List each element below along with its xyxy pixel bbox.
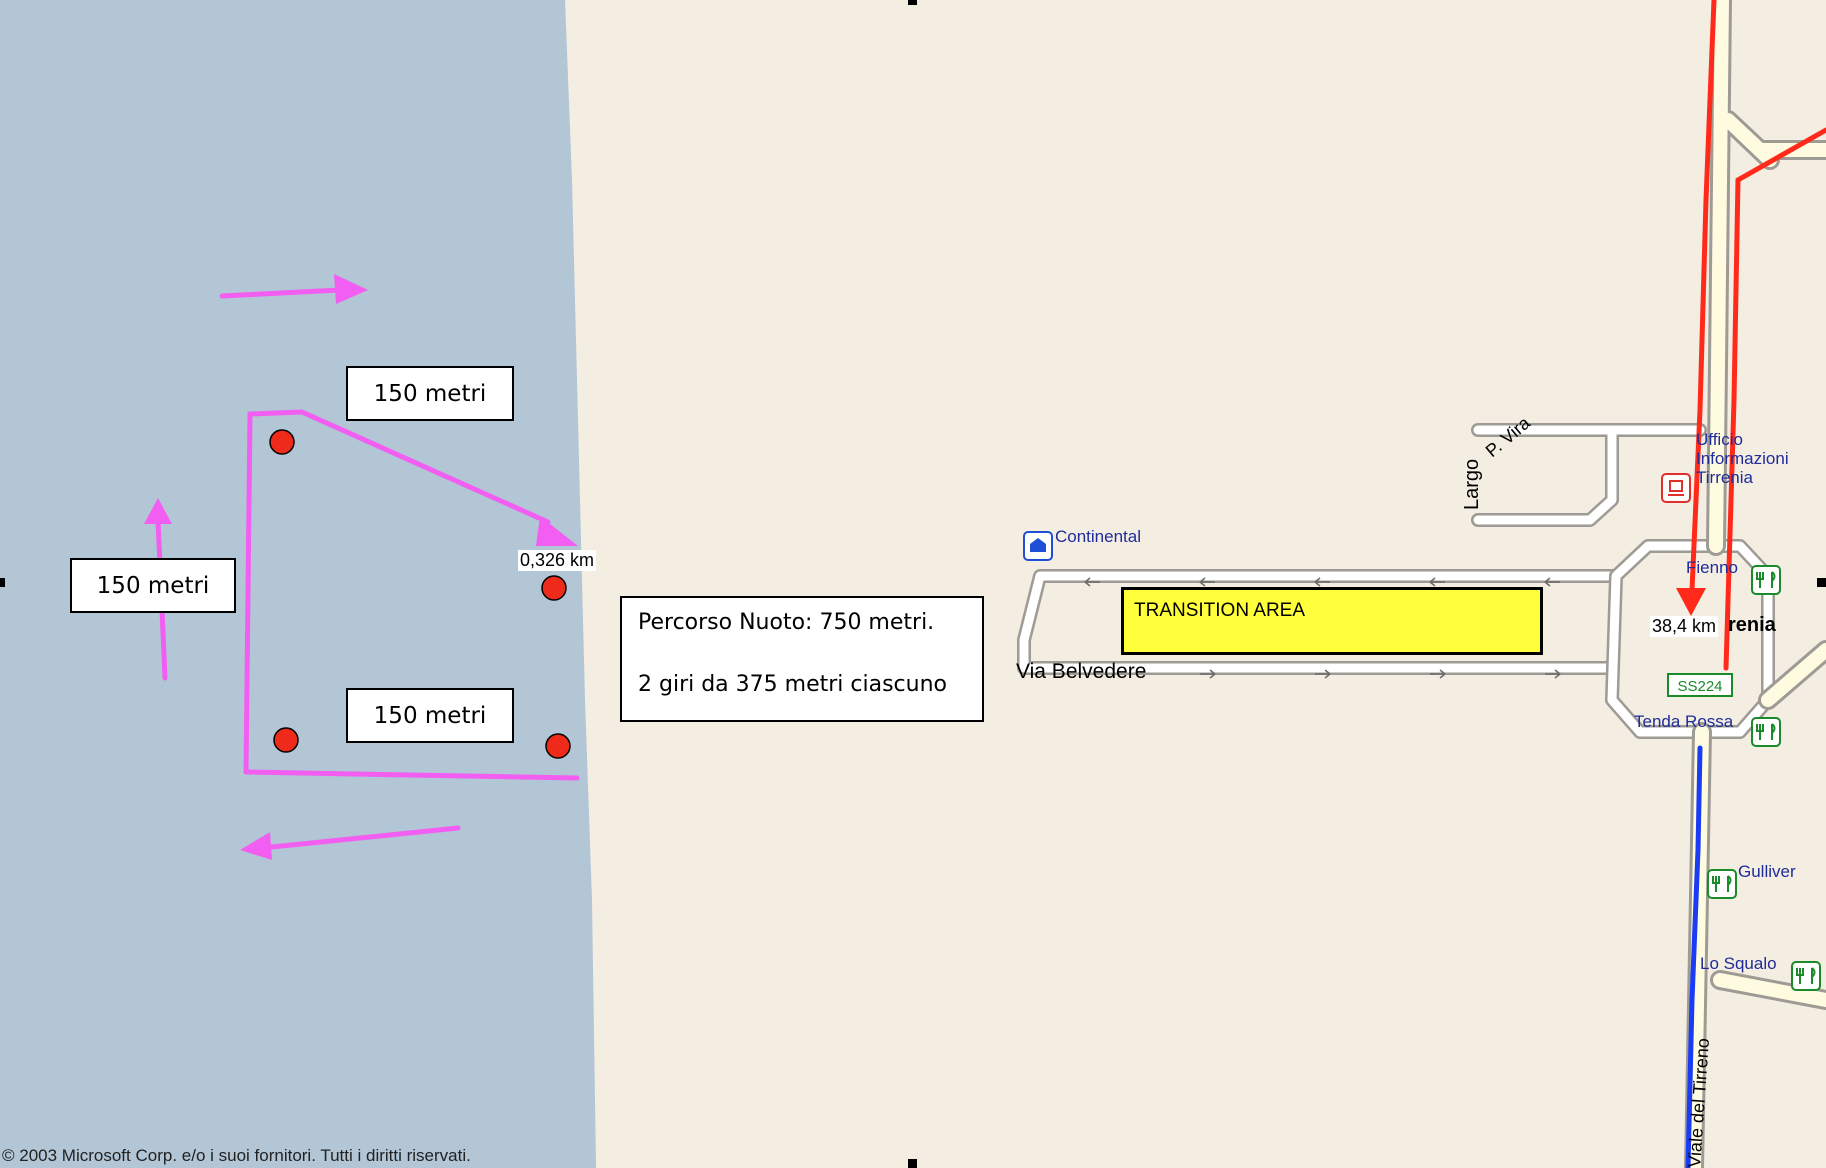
resize-handle-right[interactable] <box>1817 578 1826 587</box>
distance-label-top: 150 metri <box>346 366 514 421</box>
swim-info-line2: 2 giri da 375 metri ciascuno <box>638 672 947 697</box>
distance-label-left: 150 metri <box>70 558 236 613</box>
road-label-largo: Largo <box>1461 459 1483 510</box>
poi-label-lo-squalo[interactable]: Lo Squalo <box>1700 954 1777 973</box>
buoy-bottom-right <box>545 733 571 759</box>
restaurant-icon-fienno <box>1751 565 1781 595</box>
road-label-via-belvedere: Via Belvedere <box>1016 660 1147 683</box>
poi-label-fienno[interactable]: Fienno <box>1686 558 1738 577</box>
distance-top-text: 150 metri <box>373 380 487 407</box>
map-canvas: SS224 Largo P. Vira Viale del Tirreno 15… <box>0 0 1826 1168</box>
transition-area-label: TRANSITION AREA <box>1134 600 1306 621</box>
route-shield: SS224 <box>1667 673 1733 697</box>
resize-handle-left[interactable] <box>0 578 5 587</box>
info-office-icon <box>1661 473 1691 503</box>
town-label-fragment: renia <box>1728 614 1776 636</box>
poi-label-continental[interactable]: Continental <box>1055 527 1141 546</box>
restaurant-icon-lo-squalo <box>1791 961 1821 991</box>
distance-left-text: 150 metri <box>96 572 210 599</box>
km-label-route: 38,4 km <box>1650 616 1719 637</box>
restaurant-icon-gulliver <box>1707 869 1737 899</box>
buoy-top-left <box>269 429 295 455</box>
hotel-icon <box>1023 531 1053 561</box>
poi-label-ufficio-text: Ufficio Informazioni Tirrenia <box>1696 430 1789 487</box>
buoy-bottom-left <box>273 727 299 753</box>
restaurant-icon-tenda-rossa <box>1751 717 1781 747</box>
transition-area: TRANSITION AREA <box>1121 587 1543 655</box>
map-graphics: SS224 Largo P. Vira Viale del Tirreno <box>0 0 1826 1168</box>
distance-label-bottom: 150 metri <box>346 688 514 743</box>
copyright-notice: © 2003 Microsoft Corp. e/o i suoi fornit… <box>2 1146 471 1165</box>
poi-label-tenda-rossa[interactable]: Tenda Rossa <box>1634 712 1733 731</box>
distance-bottom-text: 150 metri <box>373 702 487 729</box>
resize-handle-top[interactable] <box>908 0 917 5</box>
route-shield-label: SS224 <box>1677 678 1722 695</box>
resize-handle-bottom[interactable] <box>908 1159 917 1168</box>
poi-label-ufficio[interactable]: Ufficio Informazioni Tirrenia <box>1696 430 1816 487</box>
swim-info-line1: Percorso Nuoto: 750 metri. <box>638 610 935 635</box>
buoy-right-top <box>541 575 567 601</box>
poi-label-gulliver[interactable]: Gulliver <box>1738 862 1796 881</box>
swim-info-box: Percorso Nuoto: 750 metri. 2 giri da 375… <box>620 596 984 722</box>
km-label-swim: 0,326 km <box>518 550 597 571</box>
